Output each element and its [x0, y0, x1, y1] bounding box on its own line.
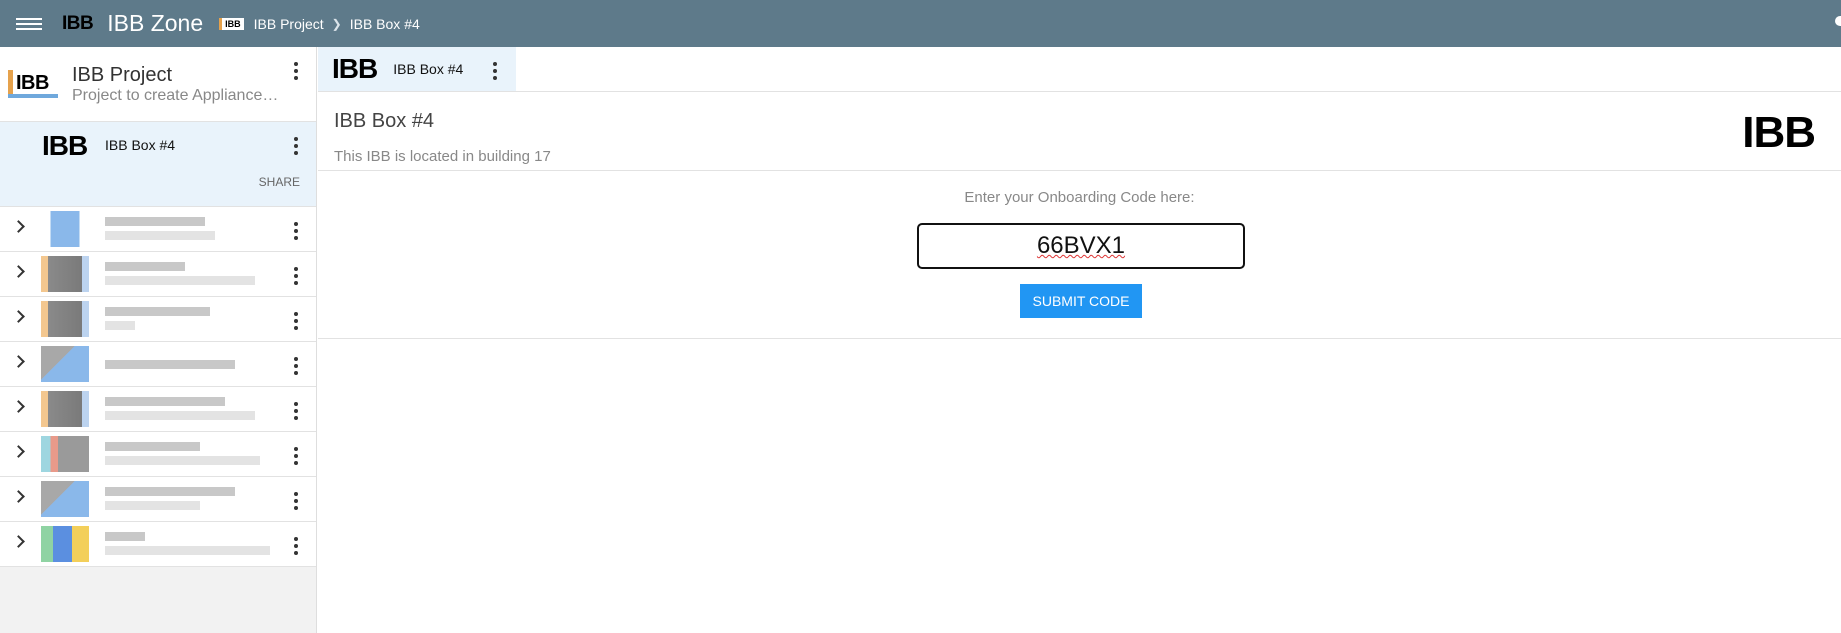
breadcrumb-project[interactable]: IBB Project	[254, 16, 324, 32]
box-more-icon[interactable]	[294, 137, 298, 155]
blurred-title	[105, 487, 235, 496]
blurred-title	[105, 217, 205, 226]
project-more-icon[interactable]	[294, 62, 298, 80]
chevron-right-icon[interactable]	[12, 535, 25, 548]
tab-label: IBB Box #4	[393, 61, 464, 77]
project-name: IBB Project	[72, 63, 173, 86]
submit-code-button[interactable]: SUBMIT CODE	[1020, 284, 1142, 318]
onboarding-section: Enter your Onboarding Code here: SUBMIT …	[318, 171, 1841, 339]
item-thumbnail	[41, 526, 89, 562]
project-header[interactable]: IBB IBB Project Project to create Applia…	[0, 47, 316, 122]
item-more-icon[interactable]	[294, 312, 298, 330]
blurred-subtitle	[105, 231, 215, 240]
account-edge[interactable]	[1835, 16, 1841, 26]
item-more-icon[interactable]	[294, 267, 298, 285]
item-thumbnail	[41, 481, 89, 517]
item-thumbnail	[41, 211, 89, 247]
list-item[interactable]	[0, 342, 316, 387]
item-thumbnail	[41, 346, 89, 382]
blurred-subtitle	[105, 501, 200, 510]
list-item[interactable]	[0, 252, 316, 297]
list-item[interactable]	[0, 522, 316, 567]
tab-more-icon[interactable]	[493, 62, 497, 80]
box-name: IBB Box #4	[105, 137, 176, 153]
blurred-title	[105, 262, 185, 271]
share-button[interactable]: SHARE	[259, 175, 300, 189]
tab-bar: IBB IBB Box #4	[318, 47, 1841, 92]
breadcrumb-separator: ❯	[331, 16, 342, 31]
box-logo: IBB	[42, 130, 88, 161]
chevron-right-icon[interactable]	[12, 220, 25, 233]
main-panel: IBB IBB Box #4 IBB Box #4 This IBB is lo…	[318, 47, 1841, 633]
blurred-title	[105, 397, 225, 406]
blurred-title	[105, 442, 200, 451]
breadcrumb-project-logo: IBB	[219, 17, 244, 30]
chevron-right-icon[interactable]	[12, 445, 25, 458]
list-item[interactable]	[0, 207, 316, 252]
menu-icon[interactable]	[16, 14, 42, 34]
onboarding-code-input[interactable]	[917, 223, 1245, 269]
list-item[interactable]	[0, 432, 316, 477]
item-more-icon[interactable]	[294, 537, 298, 555]
list-item[interactable]	[0, 477, 316, 522]
chevron-right-icon[interactable]	[12, 310, 25, 323]
item-thumbnail	[41, 436, 89, 472]
blurred-subtitle	[105, 411, 255, 420]
item-more-icon[interactable]	[294, 222, 298, 240]
sidebar: IBB IBB Project Project to create Applia…	[0, 47, 317, 633]
sidebar-item-selected-box[interactable]: IBB IBB Box #4 SHARE	[0, 122, 316, 207]
detail-logo: IBB	[1742, 108, 1816, 157]
chevron-right-icon[interactable]	[12, 265, 25, 278]
tab-logo: IBB	[332, 53, 378, 84]
list-item[interactable]	[0, 387, 316, 432]
onboarding-label: Enter your Onboarding Code here:	[964, 189, 1195, 206]
top-app-bar: IBB IBB Zone IBB IBB Project ❯ IBB Box #…	[0, 0, 1841, 47]
chevron-right-icon[interactable]	[12, 355, 25, 368]
chevron-right-icon[interactable]	[12, 400, 25, 413]
blurred-title	[105, 307, 210, 316]
blurred-title	[105, 360, 235, 369]
item-thumbnail	[41, 256, 89, 292]
tab-box[interactable]: IBB IBB Box #4	[318, 47, 516, 91]
item-more-icon[interactable]	[294, 357, 298, 375]
item-more-icon[interactable]	[294, 447, 298, 465]
breadcrumb-box[interactable]: IBB Box #4	[350, 16, 420, 32]
detail-description: This IBB is located in building 17	[334, 148, 551, 165]
app-logo: IBB	[62, 12, 94, 34]
blurred-subtitle	[105, 321, 135, 330]
detail-title: IBB Box #4	[334, 110, 435, 132]
item-thumbnail	[41, 301, 89, 337]
item-more-icon[interactable]	[294, 492, 298, 510]
list-item[interactable]	[0, 297, 316, 342]
blurred-title	[105, 532, 145, 541]
item-more-icon[interactable]	[294, 402, 298, 420]
blurred-subtitle	[105, 456, 260, 465]
project-logo: IBB	[8, 70, 58, 98]
blurred-subtitle	[105, 276, 255, 285]
chevron-right-icon[interactable]	[12, 490, 25, 503]
project-description: Project to create Appliance f...	[72, 86, 282, 104]
box-detail-header: IBB Box #4 This IBB is located in buildi…	[318, 92, 1841, 171]
blurred-subtitle	[105, 546, 270, 555]
item-thumbnail	[41, 391, 89, 427]
app-title[interactable]: IBB Zone	[107, 10, 203, 37]
